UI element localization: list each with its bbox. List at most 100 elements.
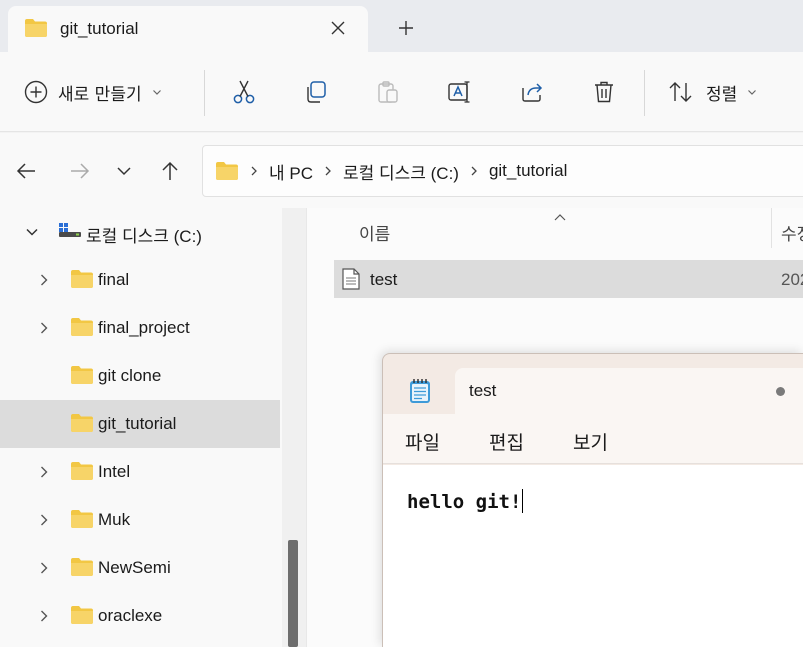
column-header-modified[interactable]: 수정 [781, 220, 803, 245]
arrow-right-icon [71, 163, 90, 179]
new-tab-button[interactable] [390, 12, 422, 44]
tree-item-folder[interactable]: final [0, 256, 280, 304]
tree-item-label: 로컬 디스크 (C:) [86, 227, 202, 246]
address-bar[interactable]: 내 PC 로컬 디스크 (C:) git_tutorial [202, 145, 803, 197]
clipboard-icon [378, 81, 398, 103]
new-button[interactable]: 새로 만들기 [24, 76, 162, 108]
recent-locations-button[interactable] [110, 157, 138, 185]
close-tab-button[interactable] [324, 14, 352, 42]
tab-bar: git_tutorial [0, 0, 803, 52]
notepad-icon [409, 378, 431, 408]
menu-file[interactable]: 파일 [405, 428, 440, 455]
tree-item-folder[interactable]: final_project [0, 304, 280, 352]
rename-button[interactable] [446, 78, 474, 106]
navigation-pane: 로컬 디스크 (C:) final final_projectgit clone g… [0, 208, 306, 647]
chevron-right-icon [469, 165, 479, 177]
trash-icon [595, 81, 613, 103]
menu-edit[interactable]: 편집 [489, 428, 524, 455]
breadcrumb-this-pc[interactable]: 내 PC [269, 159, 313, 184]
tree-item-folder[interactable]: Muk [0, 496, 280, 544]
navigation-bar: 내 PC 로컬 디스크 (C:) git_tutorial [0, 133, 803, 208]
folder-icon [70, 605, 94, 629]
unsaved-dot-icon[interactable] [776, 387, 785, 396]
tree-item-label: final_project [98, 318, 190, 337]
drive-icon [58, 220, 82, 244]
copy-button[interactable] [302, 78, 330, 106]
tree-item-label: final [98, 270, 130, 289]
column-header-name[interactable]: 이름 [359, 220, 390, 245]
sort-button[interactable]: 정렬 [668, 76, 757, 108]
folder-icon [70, 269, 94, 293]
share-button[interactable] [518, 78, 546, 106]
scrollbar-thumb[interactable] [288, 540, 298, 647]
text-file-icon [342, 268, 360, 294]
rename-icon [448, 81, 470, 103]
command-bar: 새로 만들기 정렬 [0, 52, 803, 132]
sort-icon [669, 82, 692, 102]
breadcrumb-local-disk[interactable]: 로컬 디스크 (C:) [343, 159, 459, 184]
tree-item-label: git clone [98, 366, 162, 385]
notepad-editor[interactable]: hello git! [383, 465, 803, 647]
plus-icon [399, 21, 413, 35]
editor-text-content: hello git! [407, 491, 522, 513]
file-modified-date: 202 [781, 270, 803, 289]
tree-item-label: git_tutorial [98, 414, 177, 433]
folder-icon [70, 461, 94, 485]
breadcrumb-git-tutorial[interactable]: git_tutorial [489, 161, 567, 181]
editor-text[interactable]: hello git! [407, 489, 524, 513]
tree-item-label: Intel [98, 462, 131, 481]
tree-item-label: NewSemi [98, 558, 171, 577]
tree-item-label: Muk [98, 510, 131, 529]
scissors-icon [233, 80, 255, 104]
folder-icon [70, 557, 94, 581]
up-button[interactable] [156, 157, 184, 185]
chevron-right-icon[interactable] [36, 512, 52, 528]
folder-icon [70, 365, 94, 389]
notepad-tab[interactable]: test [455, 368, 803, 414]
chevron-right-icon[interactable] [36, 560, 52, 576]
folder-icon [70, 413, 94, 437]
forward-button[interactable] [66, 157, 94, 185]
column-divider[interactable] [771, 208, 772, 248]
notepad-menu-bar: 파일 편집 보기 [383, 414, 803, 464]
file-row[interactable]: test 202 [334, 260, 803, 298]
new-button-label: 새로 만들기 [58, 84, 142, 105]
notepad-window: test 파일 편집 보기 hello git! [382, 353, 803, 647]
cut-button[interactable] [230, 78, 258, 106]
arrow-up-icon [162, 161, 178, 180]
tree-item-folder[interactable]: NewSemi [0, 544, 280, 592]
chevron-right-icon [323, 165, 333, 177]
chevron-right-icon[interactable] [36, 608, 52, 624]
tab-title: git_tutorial [60, 19, 139, 38]
close-icon [331, 21, 345, 35]
chevron-right-icon[interactable] [36, 464, 52, 480]
notepad-tab-title: test [469, 381, 497, 400]
folder-icon [24, 18, 48, 42]
tree-item-folder[interactable]: oraclexe [0, 592, 280, 640]
chevron-right-icon[interactable] [36, 272, 52, 288]
tree-item-folder[interactable]: Intel [0, 448, 280, 496]
tree-item-local-disk[interactable]: 로컬 디스크 (C:) [0, 208, 280, 256]
tab-git-tutorial[interactable]: git_tutorial [8, 6, 368, 52]
chevron-down-icon [152, 90, 161, 95]
chevron-right-icon[interactable] [36, 320, 52, 336]
tree-item-folder[interactable]: git_tutorial [0, 400, 280, 448]
tree-item-label: oraclexe [98, 606, 163, 625]
file-name: test [370, 270, 398, 289]
copy-icon [307, 81, 326, 103]
tree-item-folder[interactable]: git clone [0, 352, 280, 400]
folder-icon [70, 317, 94, 341]
delete-button[interactable] [590, 78, 618, 106]
chevron-down-icon [748, 90, 757, 95]
paste-button[interactable] [374, 78, 402, 106]
text-caret [522, 489, 524, 513]
folder-icon [70, 509, 94, 533]
share-icon [522, 83, 543, 102]
back-button[interactable] [12, 157, 40, 185]
menu-view[interactable]: 보기 [573, 428, 608, 455]
plus-circle-icon [24, 80, 48, 104]
chevron-right-icon [249, 165, 259, 177]
chevron-down-icon [117, 167, 131, 176]
chevron-down-icon[interactable] [24, 224, 40, 240]
toolbar-divider [204, 70, 205, 116]
